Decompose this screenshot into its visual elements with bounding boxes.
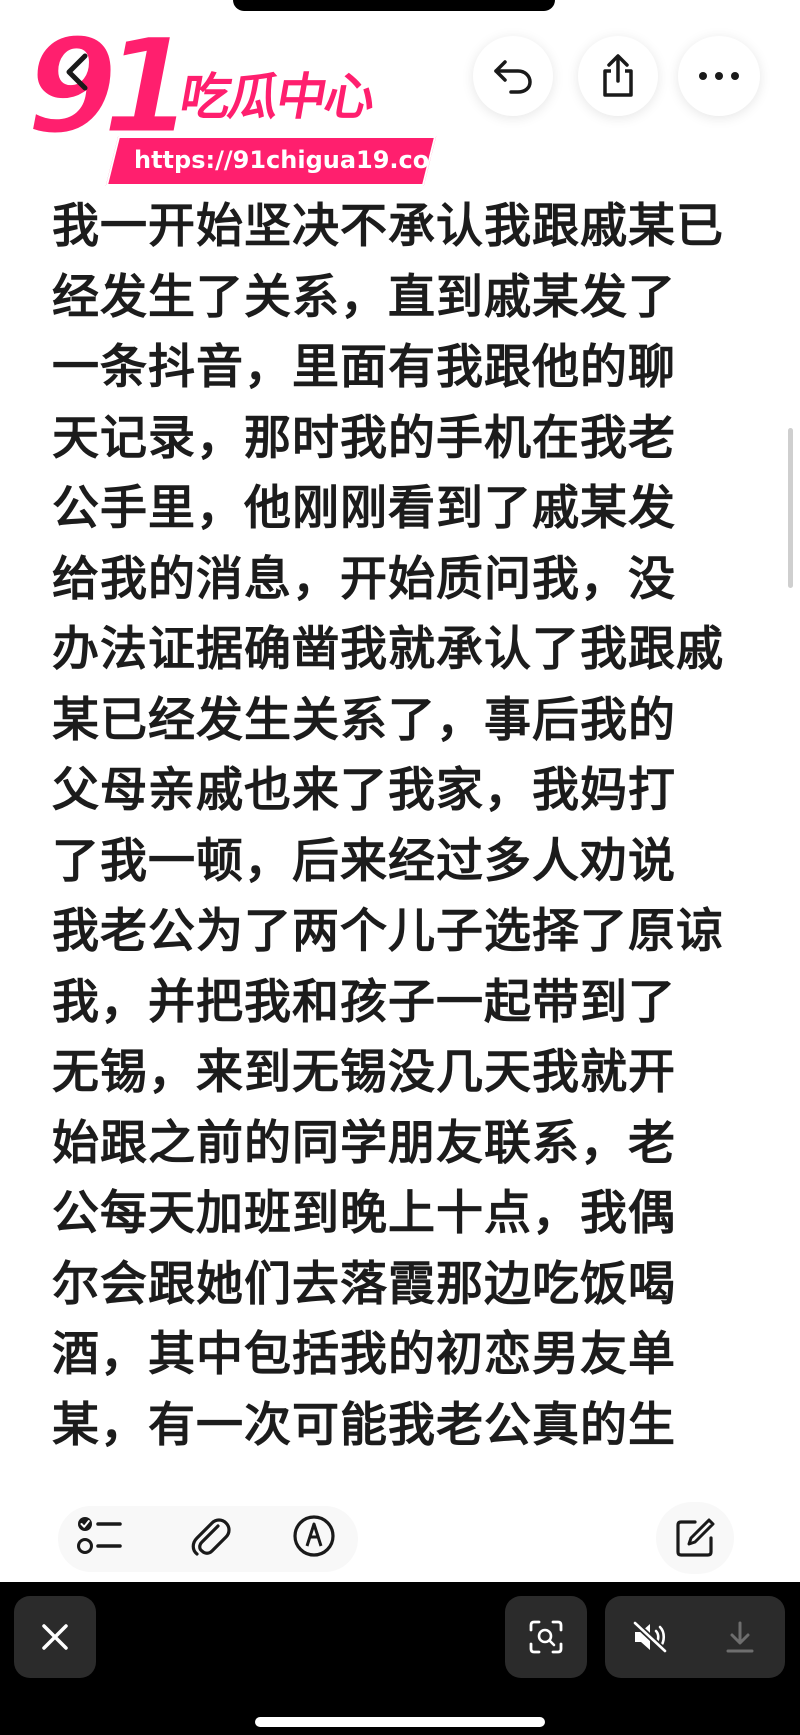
dynamic-island bbox=[233, 0, 555, 11]
note-line: 尔会跟她们去落霞那边吃饭喝 bbox=[52, 1256, 676, 1312]
paperclip-icon bbox=[191, 1518, 231, 1556]
home-indicator[interactable] bbox=[255, 1717, 545, 1727]
download-button[interactable] bbox=[695, 1596, 785, 1678]
markup-pen-icon bbox=[293, 1515, 335, 1557]
note-body[interactable]: 我一开始坚决不承认我跟戚某已 经发生了关系，直到戚某发了 一条抖音，里面有我跟他… bbox=[52, 192, 764, 1461]
scroll-indicator[interactable] bbox=[788, 428, 793, 588]
media-bottom-bar bbox=[0, 1582, 800, 1735]
checklist-icon bbox=[77, 1517, 122, 1554]
note-line: 我老公为了两个儿子选择了原谅 bbox=[52, 904, 724, 959]
note-line: 办法证据确凿我就承认了我跟戚 bbox=[52, 622, 724, 677]
note-line: 公每天加班到晚上十点，我偶 bbox=[52, 1186, 676, 1241]
attach-button[interactable] bbox=[186, 1512, 234, 1560]
compose-icon bbox=[676, 1518, 715, 1557]
live-text-button[interactable] bbox=[505, 1596, 587, 1678]
note-line: 我，并把我和孩子一起带到了 bbox=[52, 974, 676, 1030]
close-icon bbox=[42, 1624, 68, 1650]
notes-toolbar bbox=[0, 1500, 800, 1580]
undo-icon bbox=[494, 60, 532, 94]
undo-button[interactable] bbox=[473, 36, 553, 116]
note-line: 无锡，来到无锡没几天我就开 bbox=[52, 1045, 676, 1100]
back-button[interactable] bbox=[50, 44, 106, 100]
chevron-left-icon bbox=[66, 53, 88, 91]
mute-button[interactable] bbox=[605, 1596, 695, 1678]
note-line: 酒，其中包括我的初恋男友单 bbox=[52, 1327, 676, 1382]
scan-text-icon bbox=[529, 1620, 563, 1654]
compose-button[interactable] bbox=[656, 1502, 734, 1574]
note-line: 一条抖音，里面有我跟他的聊 bbox=[52, 340, 676, 395]
note-line: 给我的消息，开始质问我，没 bbox=[52, 551, 676, 607]
share-button[interactable] bbox=[578, 36, 658, 116]
logo-url: https://91chigua19.com bbox=[134, 146, 455, 174]
note-line: 天记录，那时我的手机在我老 bbox=[52, 410, 676, 466]
more-button[interactable] bbox=[678, 36, 760, 116]
note-line: 公手里，他刚刚看到了戚某发 bbox=[52, 481, 676, 536]
note-line: 某，有一次可能我老公真的生 bbox=[52, 1397, 676, 1453]
note-line: 了我一顿，后来经过多人劝说 bbox=[52, 833, 676, 889]
note-line: 始跟之前的同学朋友联系，老 bbox=[52, 1115, 676, 1171]
logo-name: 吃瓜中心 bbox=[175, 68, 379, 126]
download-icon bbox=[726, 1621, 754, 1653]
speaker-muted-icon bbox=[632, 1620, 668, 1654]
close-button[interactable] bbox=[14, 1596, 96, 1678]
note-line: 某已经发生关系了，事后我的 bbox=[52, 692, 676, 748]
ellipsis-icon bbox=[699, 72, 739, 80]
note-line: 我一开始坚决不承认我跟戚某已 bbox=[52, 199, 724, 254]
note-line: 经发生了关系，直到戚某发了 bbox=[52, 269, 676, 325]
checklist-button[interactable] bbox=[76, 1512, 124, 1560]
markup-button[interactable] bbox=[290, 1512, 338, 1560]
share-icon bbox=[603, 54, 633, 97]
audio-download-group bbox=[605, 1596, 785, 1678]
note-line: 父母亲戚也来了我家，我妈打 bbox=[52, 763, 676, 818]
